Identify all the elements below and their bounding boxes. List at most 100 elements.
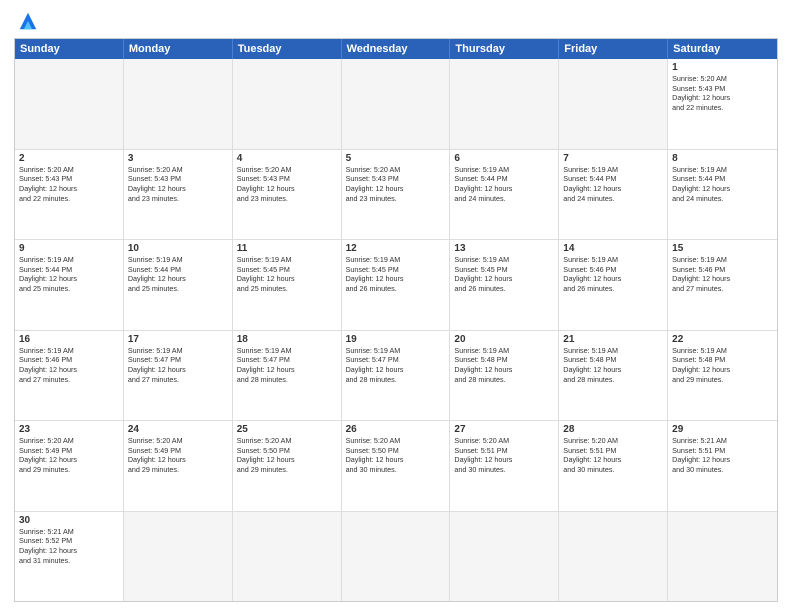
header-day-monday: Monday bbox=[124, 39, 233, 59]
calendar-cell: 13Sunrise: 5:19 AM Sunset: 5:45 PM Dayli… bbox=[450, 240, 559, 330]
calendar-cell bbox=[15, 59, 124, 149]
header-day-thursday: Thursday bbox=[450, 39, 559, 59]
calendar-cell: 18Sunrise: 5:19 AM Sunset: 5:47 PM Dayli… bbox=[233, 331, 342, 421]
day-number: 13 bbox=[454, 243, 554, 254]
cell-info: Sunrise: 5:19 AM Sunset: 5:44 PM Dayligh… bbox=[672, 165, 773, 204]
logo-icon bbox=[14, 10, 42, 32]
cell-info: Sunrise: 5:19 AM Sunset: 5:48 PM Dayligh… bbox=[454, 346, 554, 385]
day-number: 10 bbox=[128, 243, 228, 254]
calendar-cell: 3Sunrise: 5:20 AM Sunset: 5:43 PM Daylig… bbox=[124, 150, 233, 240]
calendar-cell: 16Sunrise: 5:19 AM Sunset: 5:46 PM Dayli… bbox=[15, 331, 124, 421]
cell-info: Sunrise: 5:19 AM Sunset: 5:47 PM Dayligh… bbox=[237, 346, 337, 385]
day-number: 5 bbox=[346, 153, 446, 164]
day-number: 17 bbox=[128, 334, 228, 345]
calendar-cell bbox=[124, 512, 233, 602]
cell-info: Sunrise: 5:19 AM Sunset: 5:46 PM Dayligh… bbox=[672, 255, 773, 294]
calendar-cell: 5Sunrise: 5:20 AM Sunset: 5:43 PM Daylig… bbox=[342, 150, 451, 240]
calendar-cell: 24Sunrise: 5:20 AM Sunset: 5:49 PM Dayli… bbox=[124, 421, 233, 511]
cell-info: Sunrise: 5:19 AM Sunset: 5:44 PM Dayligh… bbox=[563, 165, 663, 204]
calendar-cell: 28Sunrise: 5:20 AM Sunset: 5:51 PM Dayli… bbox=[559, 421, 668, 511]
cell-info: Sunrise: 5:19 AM Sunset: 5:47 PM Dayligh… bbox=[128, 346, 228, 385]
cell-info: Sunrise: 5:20 AM Sunset: 5:43 PM Dayligh… bbox=[19, 165, 119, 204]
calendar-row-4: 23Sunrise: 5:20 AM Sunset: 5:49 PM Dayli… bbox=[15, 421, 777, 512]
cell-info: Sunrise: 5:19 AM Sunset: 5:44 PM Dayligh… bbox=[19, 255, 119, 294]
calendar-header: SundayMondayTuesdayWednesdayThursdayFrid… bbox=[15, 39, 777, 59]
cell-info: Sunrise: 5:20 AM Sunset: 5:50 PM Dayligh… bbox=[346, 436, 446, 475]
calendar-cell: 2Sunrise: 5:20 AM Sunset: 5:43 PM Daylig… bbox=[15, 150, 124, 240]
header-day-friday: Friday bbox=[559, 39, 668, 59]
calendar-cell: 6Sunrise: 5:19 AM Sunset: 5:44 PM Daylig… bbox=[450, 150, 559, 240]
day-number: 28 bbox=[563, 424, 663, 435]
day-number: 26 bbox=[346, 424, 446, 435]
cell-info: Sunrise: 5:20 AM Sunset: 5:50 PM Dayligh… bbox=[237, 436, 337, 475]
calendar-cell: 1Sunrise: 5:20 AM Sunset: 5:43 PM Daylig… bbox=[668, 59, 777, 149]
cell-info: Sunrise: 5:21 AM Sunset: 5:52 PM Dayligh… bbox=[19, 527, 119, 566]
header bbox=[14, 10, 778, 32]
cell-info: Sunrise: 5:20 AM Sunset: 5:49 PM Dayligh… bbox=[128, 436, 228, 475]
calendar-cell bbox=[668, 512, 777, 602]
cell-info: Sunrise: 5:19 AM Sunset: 5:45 PM Dayligh… bbox=[237, 255, 337, 294]
day-number: 27 bbox=[454, 424, 554, 435]
calendar-cell: 10Sunrise: 5:19 AM Sunset: 5:44 PM Dayli… bbox=[124, 240, 233, 330]
calendar-cell: 11Sunrise: 5:19 AM Sunset: 5:45 PM Dayli… bbox=[233, 240, 342, 330]
calendar-cell: 26Sunrise: 5:20 AM Sunset: 5:50 PM Dayli… bbox=[342, 421, 451, 511]
day-number: 16 bbox=[19, 334, 119, 345]
cell-info: Sunrise: 5:20 AM Sunset: 5:43 PM Dayligh… bbox=[672, 74, 773, 113]
day-number: 22 bbox=[672, 334, 773, 345]
calendar-cell: 8Sunrise: 5:19 AM Sunset: 5:44 PM Daylig… bbox=[668, 150, 777, 240]
calendar-cell bbox=[559, 512, 668, 602]
day-number: 6 bbox=[454, 153, 554, 164]
calendar-cell bbox=[450, 512, 559, 602]
cell-info: Sunrise: 5:21 AM Sunset: 5:51 PM Dayligh… bbox=[672, 436, 773, 475]
calendar-row-1: 2Sunrise: 5:20 AM Sunset: 5:43 PM Daylig… bbox=[15, 150, 777, 241]
calendar-cell: 20Sunrise: 5:19 AM Sunset: 5:48 PM Dayli… bbox=[450, 331, 559, 421]
day-number: 8 bbox=[672, 153, 773, 164]
day-number: 18 bbox=[237, 334, 337, 345]
cell-info: Sunrise: 5:20 AM Sunset: 5:43 PM Dayligh… bbox=[128, 165, 228, 204]
calendar-cell: 21Sunrise: 5:19 AM Sunset: 5:48 PM Dayli… bbox=[559, 331, 668, 421]
calendar-cell: 25Sunrise: 5:20 AM Sunset: 5:50 PM Dayli… bbox=[233, 421, 342, 511]
cell-info: Sunrise: 5:19 AM Sunset: 5:47 PM Dayligh… bbox=[346, 346, 446, 385]
calendar-row-2: 9Sunrise: 5:19 AM Sunset: 5:44 PM Daylig… bbox=[15, 240, 777, 331]
day-number: 2 bbox=[19, 153, 119, 164]
day-number: 30 bbox=[19, 515, 119, 526]
calendar-cell: 19Sunrise: 5:19 AM Sunset: 5:47 PM Dayli… bbox=[342, 331, 451, 421]
calendar-cell: 23Sunrise: 5:20 AM Sunset: 5:49 PM Dayli… bbox=[15, 421, 124, 511]
day-number: 15 bbox=[672, 243, 773, 254]
day-number: 11 bbox=[237, 243, 337, 254]
cell-info: Sunrise: 5:19 AM Sunset: 5:45 PM Dayligh… bbox=[454, 255, 554, 294]
header-day-wednesday: Wednesday bbox=[342, 39, 451, 59]
calendar-cell: 29Sunrise: 5:21 AM Sunset: 5:51 PM Dayli… bbox=[668, 421, 777, 511]
calendar-cell bbox=[124, 59, 233, 149]
calendar-cell bbox=[559, 59, 668, 149]
calendar-cell: 7Sunrise: 5:19 AM Sunset: 5:44 PM Daylig… bbox=[559, 150, 668, 240]
day-number: 23 bbox=[19, 424, 119, 435]
day-number: 12 bbox=[346, 243, 446, 254]
calendar-row-5: 30Sunrise: 5:21 AM Sunset: 5:52 PM Dayli… bbox=[15, 512, 777, 602]
logo bbox=[14, 10, 46, 32]
calendar-cell bbox=[342, 512, 451, 602]
day-number: 20 bbox=[454, 334, 554, 345]
day-number: 1 bbox=[672, 62, 773, 73]
calendar-row-0: 1Sunrise: 5:20 AM Sunset: 5:43 PM Daylig… bbox=[15, 59, 777, 150]
cell-info: Sunrise: 5:20 AM Sunset: 5:43 PM Dayligh… bbox=[346, 165, 446, 204]
cell-info: Sunrise: 5:20 AM Sunset: 5:51 PM Dayligh… bbox=[454, 436, 554, 475]
calendar-body: 1Sunrise: 5:20 AM Sunset: 5:43 PM Daylig… bbox=[15, 59, 777, 601]
header-day-sunday: Sunday bbox=[15, 39, 124, 59]
day-number: 9 bbox=[19, 243, 119, 254]
day-number: 4 bbox=[237, 153, 337, 164]
cell-info: Sunrise: 5:20 AM Sunset: 5:49 PM Dayligh… bbox=[19, 436, 119, 475]
cell-info: Sunrise: 5:19 AM Sunset: 5:44 PM Dayligh… bbox=[128, 255, 228, 294]
cell-info: Sunrise: 5:19 AM Sunset: 5:48 PM Dayligh… bbox=[563, 346, 663, 385]
day-number: 19 bbox=[346, 334, 446, 345]
cell-info: Sunrise: 5:19 AM Sunset: 5:44 PM Dayligh… bbox=[454, 165, 554, 204]
day-number: 7 bbox=[563, 153, 663, 164]
cell-info: Sunrise: 5:20 AM Sunset: 5:43 PM Dayligh… bbox=[237, 165, 337, 204]
calendar-cell bbox=[233, 59, 342, 149]
page: SundayMondayTuesdayWednesdayThursdayFrid… bbox=[0, 0, 792, 612]
cell-info: Sunrise: 5:19 AM Sunset: 5:45 PM Dayligh… bbox=[346, 255, 446, 294]
calendar-cell bbox=[233, 512, 342, 602]
calendar-row-3: 16Sunrise: 5:19 AM Sunset: 5:46 PM Dayli… bbox=[15, 331, 777, 422]
calendar-cell: 4Sunrise: 5:20 AM Sunset: 5:43 PM Daylig… bbox=[233, 150, 342, 240]
cell-info: Sunrise: 5:20 AM Sunset: 5:51 PM Dayligh… bbox=[563, 436, 663, 475]
